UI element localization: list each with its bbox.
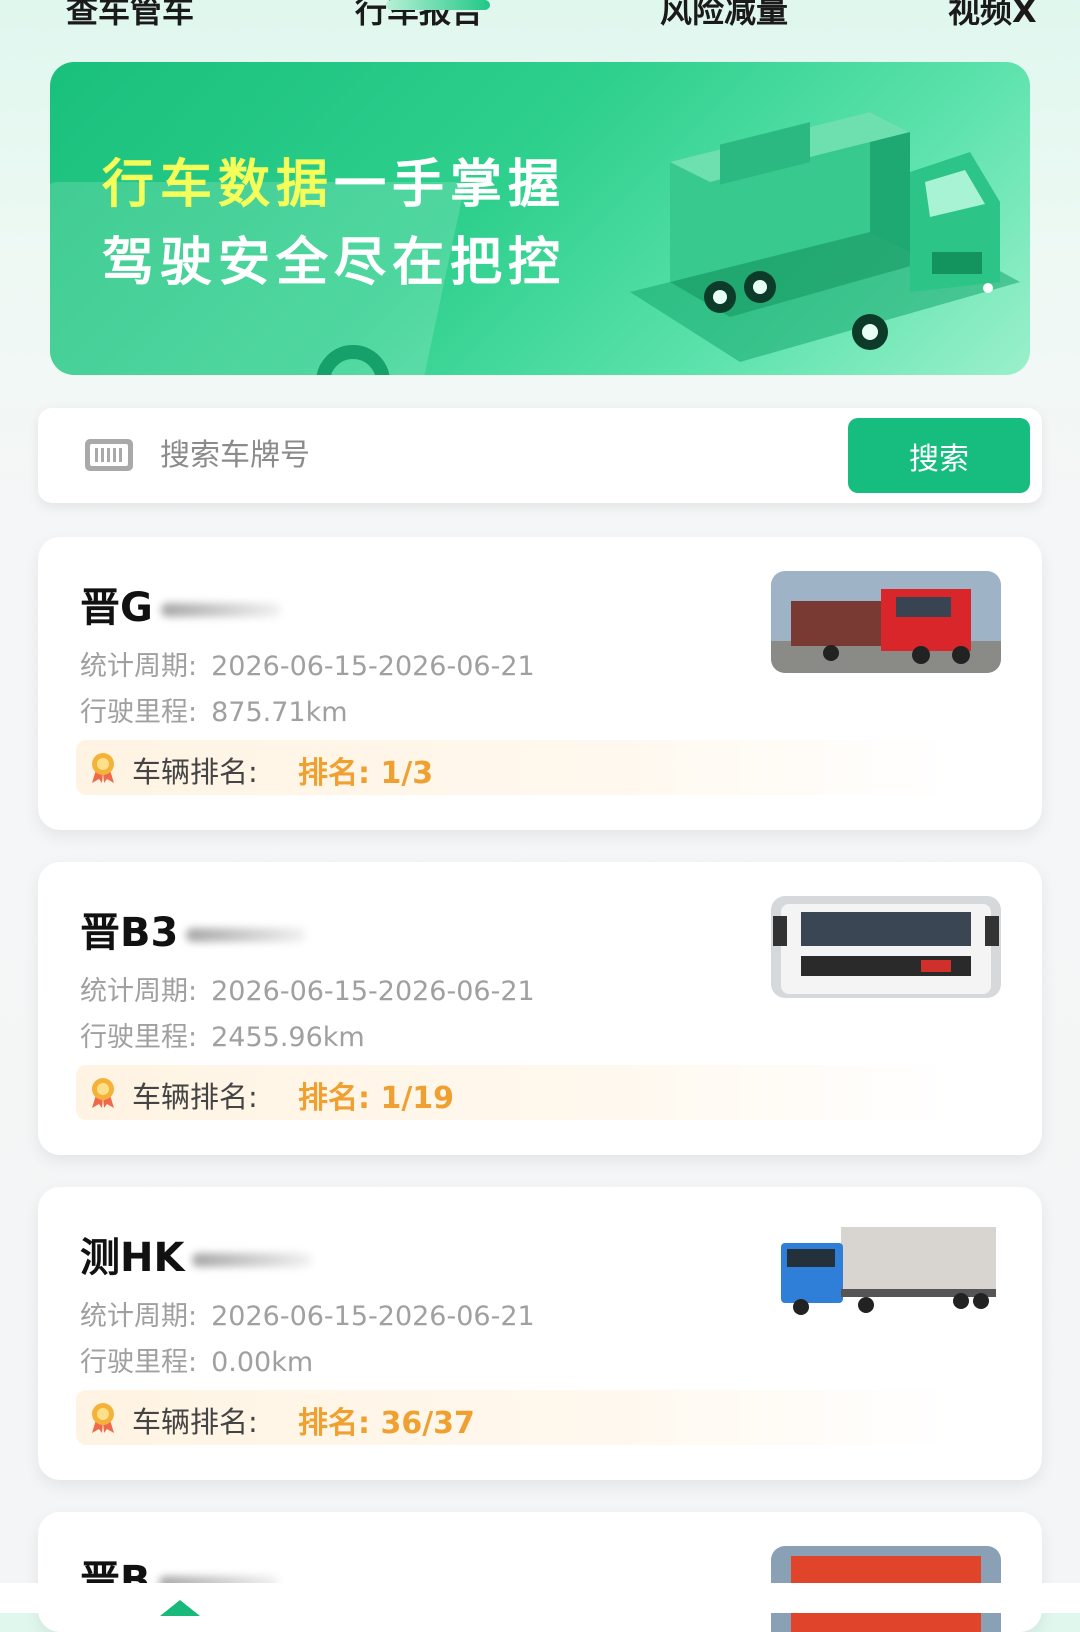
medal-icon [92,753,114,783]
banner-subheadline: 驾驶安全尽在把控 [102,233,567,293]
rank-value: 排名: 36/37 [298,1406,475,1441]
truck-illustration [630,112,1020,362]
plate-redaction [192,1253,313,1267]
rank-label: 车辆排名: [132,1080,258,1114]
stat-period-label: 统计周期: [80,1301,198,1332]
banner-headline-highlight: 行车数据 [102,155,335,215]
mileage-value: 875.71km [211,697,348,728]
search-bar: 搜索 [38,408,1042,503]
vehicle-photo [771,571,1001,673]
stat-period: 统计周期: 2026-06-15-2026-06-21 [80,644,535,683]
stat-period-value: 2026-06-15-2026-06-21 [211,651,535,682]
tab-vehicle-management[interactable]: 查车管车 [66,0,194,32]
mileage-label: 行驶里程: [80,1347,198,1378]
rank-value: 排名: 1/19 [298,1081,455,1116]
top-tab-bar: 查车管车 行车报告 风险减量 视频X [0,0,1080,30]
stat-period-value: 2026-06-15-2026-06-21 [211,1301,535,1332]
plate-number: 测HK [80,1225,313,1283]
bottom-navigation-bar [0,1583,1080,1613]
plate-number: 晋B3 [80,900,307,958]
search-button[interactable]: 搜索 [848,418,1030,493]
rank-label: 车辆排名: [132,755,258,789]
mileage: 行驶里程: 875.71km [80,690,348,729]
banner-headline: 行车数据一手掌握 [102,142,566,217]
medal-icon [92,1403,114,1433]
license-plate-icon [85,439,133,471]
tab-risk-reduction[interactable]: 风险减量 [660,0,788,32]
plate-number-text: 晋B3 [80,910,179,956]
mileage-value: 2455.96km [211,1022,365,1053]
tab-video[interactable]: 视频X [948,0,1037,32]
plate-search-input[interactable] [158,428,762,482]
banner-headline-rest: 一手掌握 [334,155,567,215]
stat-period: 统计周期: 2026-06-15-2026-06-21 [80,969,535,1008]
stat-period-value: 2026-06-15-2026-06-21 [211,976,535,1007]
stat-period-label: 统计周期: [80,976,198,1007]
mileage: 行驶里程: 2455.96km [80,1015,365,1054]
plate-number-text: 晋G [80,585,153,631]
medal-icon [92,1078,114,1108]
vehicle-card[interactable]: 晋G 统计周期: 2026-06-15-2026-06-21 行驶里程: 875.7… [38,537,1042,830]
plate-number: 晋G [80,575,281,633]
promo-banner[interactable]: 行车数据一手掌握 驾驶安全尽在把控 [50,62,1030,375]
vehicle-card[interactable]: 晋B3 统计周期: 2026-06-15-2026-06-21 行驶里程: 2455… [38,862,1042,1155]
mileage-label: 行驶里程: [80,1022,198,1053]
rank-bar: 车辆排名: 排名: 36/37 [76,1390,956,1445]
rank-bar: 车辆排名: 排名: 1/19 [76,1065,956,1120]
plate-redaction [160,603,281,617]
rank-bar: 车辆排名: 排名: 1/3 [76,740,956,795]
plate-number-text: 测HK [80,1235,185,1281]
stat-period: 统计周期: 2026-06-15-2026-06-21 [80,1294,535,1333]
vehicle-photo [771,896,1001,998]
stat-period-label: 统计周期: [80,651,198,682]
rank-value: 排名: 1/3 [298,756,434,791]
mileage-label: 行驶里程: [80,697,198,728]
vehicle-photo [771,1221,1001,1323]
mileage-value: 0.00km [211,1347,314,1378]
plate-redaction [186,928,307,942]
vehicle-card[interactable]: 测HK 统计周期: 2026-06-15-2026-06-21 行驶里程: 0.00… [38,1187,1042,1480]
mileage: 行驶里程: 0.00km [80,1340,313,1379]
active-tab-indicator [386,0,490,10]
rank-label: 车辆排名: [132,1405,258,1439]
